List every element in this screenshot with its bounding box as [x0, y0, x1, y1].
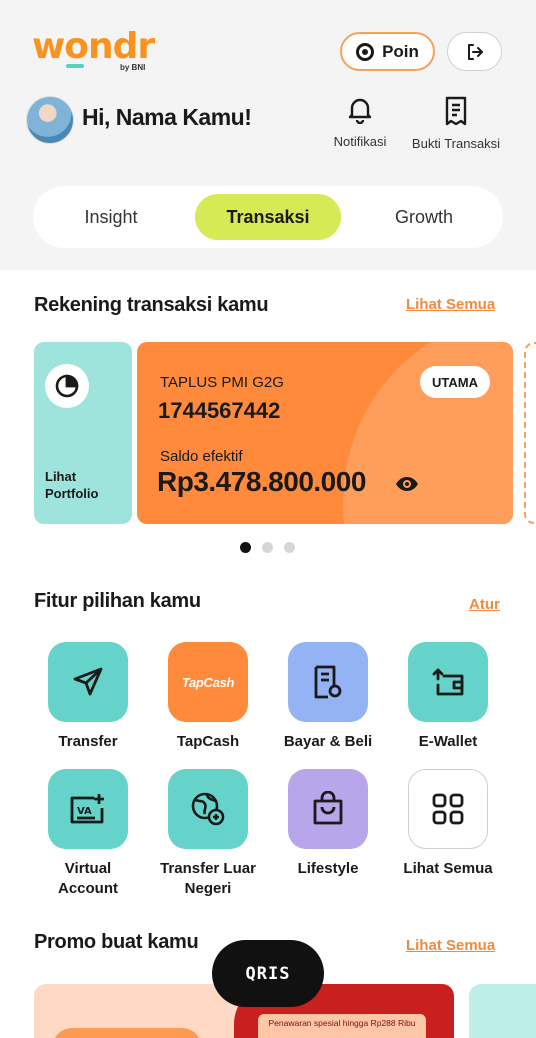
promo-banner-next[interactable] — [469, 984, 536, 1038]
shopping-bag-icon — [288, 769, 368, 849]
feature-transfer[interactable]: Transfer — [28, 642, 148, 752]
feature-bayar-beli[interactable]: Bayar & Beli — [268, 642, 388, 752]
tab-insight[interactable]: Insight — [45, 194, 177, 240]
greeting: Hi, Nama Kamu! — [82, 104, 252, 130]
tab-growth[interactable]: Growth — [358, 194, 490, 240]
portfolio-label: Lihat Portfolio — [45, 468, 98, 502]
saldo-value: Rp3.478.800.000 — [157, 466, 366, 497]
tapcash-logo-text: TapCash — [181, 674, 235, 690]
saldo-label: Saldo efektif — [160, 448, 243, 465]
feature-label: Transfer Luar Negeri — [160, 860, 256, 897]
poin-icon — [356, 42, 375, 61]
logo-accent — [66, 64, 84, 68]
feature-transfer-luar-negeri[interactable]: Transfer Luar Negeri — [148, 769, 268, 899]
logout-button[interactable] — [447, 32, 502, 71]
carousel-dot[interactable] — [284, 542, 295, 553]
svg-text:VA: VA — [77, 806, 92, 817]
promo-title: Promo buat kamu — [34, 931, 199, 953]
va-icon: VA — [48, 769, 128, 849]
rekening-title: Rekening transaksi kamu — [34, 294, 269, 316]
globe-transfer-icon — [168, 769, 248, 849]
rekening-see-all-link[interactable]: Lihat Semua — [406, 296, 495, 313]
poin-button[interactable]: Poin — [340, 32, 435, 71]
feature-label: Virtual Account — [58, 860, 118, 897]
feature-ewallet[interactable]: E-Wallet — [388, 642, 508, 752]
tab-transaksi[interactable]: Transaksi — [195, 194, 341, 240]
send-icon — [48, 642, 128, 722]
account-number: 1744567442 — [158, 398, 281, 423]
qris-fab-button[interactable]: QRIS — [212, 940, 324, 1007]
feature-label: E-Wallet — [418, 733, 478, 750]
account-name: TAPLUS PMI G2G — [160, 374, 284, 391]
eye-icon[interactable] — [395, 476, 419, 492]
tab-bar: Insight Transaksi Growth — [33, 186, 503, 248]
next-card-peek[interactable] — [524, 342, 536, 524]
portfolio-label-line2: Portfolio — [45, 486, 99, 501]
feature-label: Bayar & Beli — [283, 733, 373, 750]
bell-icon — [348, 98, 372, 124]
promo-see-all-link[interactable]: Lihat Semua — [406, 937, 495, 954]
carousel-dot-active[interactable] — [240, 542, 251, 553]
bill-icon — [288, 642, 368, 722]
promo-decoration — [52, 1028, 202, 1038]
primary-badge: UTAMA — [420, 366, 490, 398]
qris-label: QRIS — [245, 963, 291, 984]
bukti-transaksi-button[interactable]: Bukti Transaksi — [411, 96, 501, 151]
avatar[interactable] — [26, 96, 74, 144]
wondr-logo: wondr by BNI — [32, 28, 162, 74]
feature-tapcash[interactable]: TapCash TapCash — [148, 642, 268, 752]
account-card[interactable]: TAPLUS PMI G2G 1744567442 UTAMA Saldo ef… — [137, 342, 513, 524]
atur-link[interactable]: Atur — [469, 596, 500, 613]
portfolio-card[interactable]: Lihat Portfolio — [34, 342, 132, 524]
logo-wordmark: wondr — [32, 26, 155, 67]
poin-label: Poin — [382, 41, 419, 61]
feature-label: Lihat Semua — [403, 860, 493, 877]
wallet-icon — [408, 642, 488, 722]
carousel-indicator — [240, 542, 295, 553]
feature-lihat-semua[interactable]: Lihat Semua — [388, 769, 508, 879]
carousel-dot[interactable] — [262, 542, 273, 553]
pie-chart-icon — [45, 364, 89, 408]
notification-label: Notifikasi — [333, 134, 387, 149]
portfolio-label-line1: Lihat — [45, 469, 77, 484]
notification-button[interactable]: Notifikasi — [315, 96, 405, 149]
grid-icon — [408, 769, 488, 849]
logout-icon — [467, 43, 483, 60]
fitur-title: Fitur pilihan kamu — [34, 590, 201, 612]
header-area: wondr by BNI Poin Hi, Nama Kamu! Notifik… — [0, 0, 536, 270]
receipt-icon — [445, 96, 467, 126]
feature-label: TapCash — [176, 733, 240, 750]
bukti-transaksi-label: Bukti Transaksi — [411, 136, 501, 151]
tapcash-icon: TapCash — [168, 642, 248, 722]
feature-label: Transfer — [58, 733, 118, 750]
feature-label: Lifestyle — [297, 860, 359, 877]
feature-lifestyle[interactable]: Lifestyle — [268, 769, 388, 879]
promo-banner-text: Penawaran spesial hingga Rp288 Ribu — [258, 1014, 426, 1038]
feature-virtual-account[interactable]: VA Virtual Account — [28, 769, 148, 899]
logo-subtitle: by BNI — [120, 63, 146, 72]
